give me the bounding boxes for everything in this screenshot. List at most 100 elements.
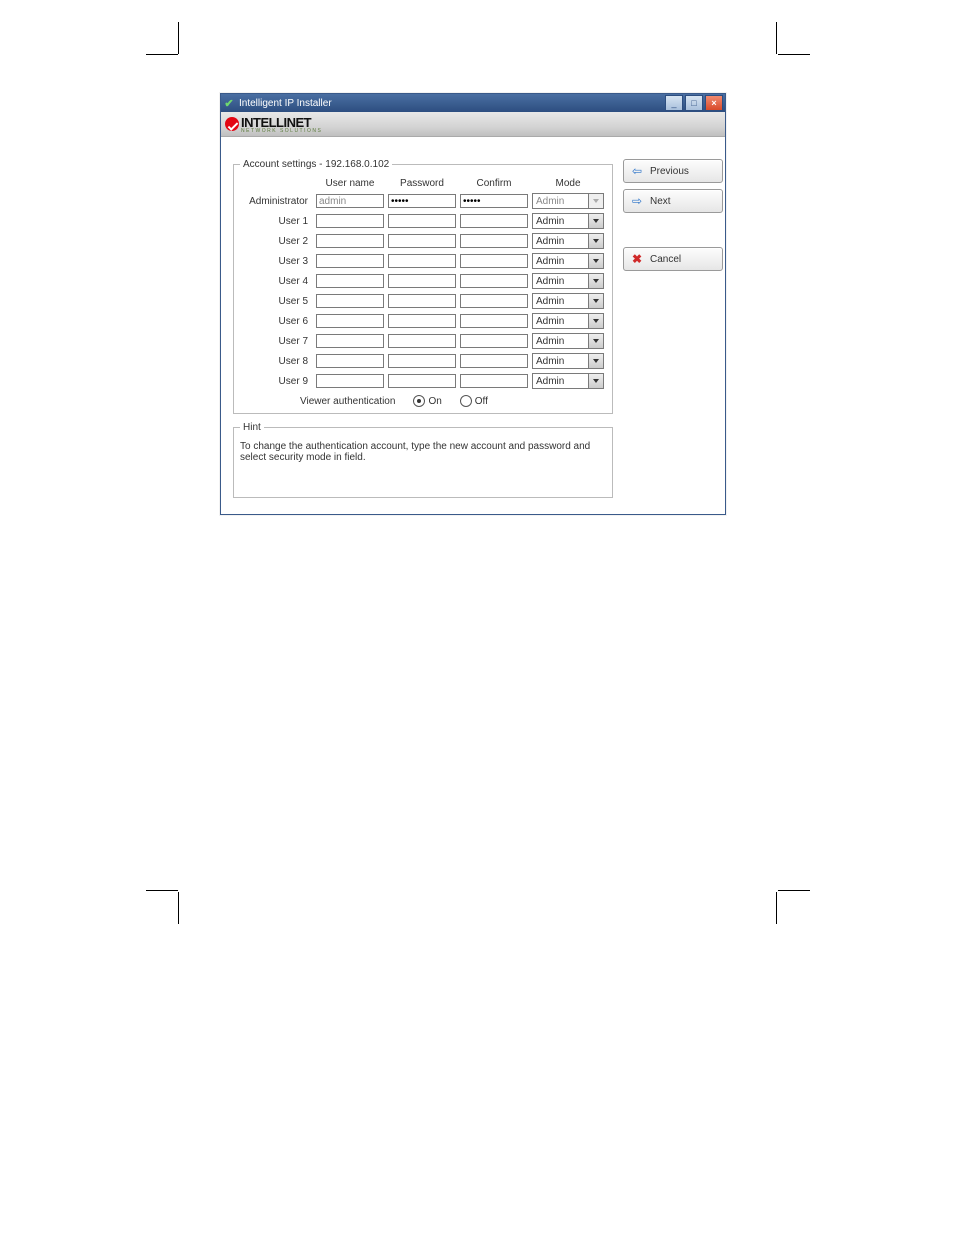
hint-legend: Hint (240, 422, 264, 433)
chevron-down-icon (588, 254, 603, 268)
confirm-input[interactable] (460, 374, 528, 388)
crop-mark (778, 54, 810, 55)
password-input[interactable] (388, 374, 456, 388)
password-input[interactable] (388, 274, 456, 288)
username-input[interactable] (316, 314, 384, 328)
app-icon: ✔ (223, 97, 235, 109)
username-input[interactable] (316, 374, 384, 388)
close-button[interactable]: × (705, 95, 723, 111)
account-settings-legend: Account settings - 192.168.0.102 (240, 159, 392, 170)
client-area: Account settings - 192.168.0.102 User na… (221, 137, 725, 514)
confirm-input[interactable] (460, 254, 528, 268)
confirm-input[interactable] (460, 274, 528, 288)
mode-select[interactable]: Admin (532, 253, 604, 269)
chevron-down-icon (588, 334, 603, 348)
row-label: User 7 (240, 336, 312, 347)
app-window: ✔ Intelligent IP Installer _ □ × INTELLI… (220, 93, 726, 515)
confirm-input[interactable] (460, 294, 528, 308)
row-label: User 8 (240, 356, 312, 367)
chevron-down-icon (588, 274, 603, 288)
username-input (316, 194, 384, 208)
confirm-input[interactable] (460, 354, 528, 368)
accounts-grid: User name Password Confirm Mode Administ… (240, 178, 606, 389)
mode-select[interactable]: Admin (532, 213, 604, 229)
previous-button[interactable]: ⇦ Previous (623, 159, 723, 183)
mode-value: Admin (536, 236, 564, 247)
password-input[interactable] (388, 214, 456, 228)
window-title: Intelligent IP Installer (239, 98, 663, 109)
hint-fieldset: Hint To change the authentication accoun… (233, 422, 613, 498)
minimize-button[interactable]: _ (665, 95, 683, 111)
mode-value: Admin (536, 376, 564, 387)
username-input[interactable] (316, 274, 384, 288)
viewer-auth-row: Viewer authentication On Off (240, 395, 606, 407)
confirm-input[interactable] (460, 234, 528, 248)
arrow-left-icon: ⇦ (630, 164, 644, 178)
row-label: Administrator (240, 196, 312, 207)
mode-select[interactable]: Admin (532, 293, 604, 309)
password-input[interactable] (388, 334, 456, 348)
cancel-icon: ✖ (630, 252, 644, 266)
mode-select[interactable]: Admin (532, 273, 604, 289)
chevron-down-icon (588, 354, 603, 368)
viewer-auth-label: Viewer authentication (300, 396, 395, 407)
crop-mark (776, 22, 777, 54)
mode-select[interactable]: Admin (532, 333, 604, 349)
username-input[interactable] (316, 294, 384, 308)
row-label: User 4 (240, 276, 312, 287)
next-label: Next (650, 196, 671, 207)
cancel-label: Cancel (650, 254, 681, 265)
col-password: Password (388, 178, 456, 189)
username-input[interactable] (316, 354, 384, 368)
mode-select[interactable]: Admin (532, 373, 604, 389)
row-label: User 9 (240, 376, 312, 387)
brand-logo: INTELLINET NETWORK SOLUTIONS (225, 115, 322, 134)
mode-value: Admin (536, 276, 564, 287)
chevron-down-icon (588, 214, 603, 228)
mode-value: Admin (536, 356, 564, 367)
username-input[interactable] (316, 234, 384, 248)
radio-on-label: On (428, 396, 441, 407)
col-mode: Mode (532, 178, 604, 189)
confirm-input[interactable] (460, 194, 528, 208)
password-input[interactable] (388, 314, 456, 328)
viewer-auth-on[interactable]: On (413, 395, 441, 407)
row-label: User 6 (240, 316, 312, 327)
confirm-input[interactable] (460, 334, 528, 348)
confirm-input[interactable] (460, 214, 528, 228)
username-input[interactable] (316, 334, 384, 348)
radio-off-label: Off (475, 396, 488, 407)
maximize-button[interactable]: □ (685, 95, 703, 111)
password-input[interactable] (388, 254, 456, 268)
account-settings-fieldset: Account settings - 192.168.0.102 User na… (233, 159, 613, 414)
username-input[interactable] (316, 254, 384, 268)
mode-value: Admin (536, 316, 564, 327)
mode-select[interactable]: Admin (532, 353, 604, 369)
mode-value: Admin (536, 216, 564, 227)
mode-select[interactable]: Admin (532, 233, 604, 249)
next-button[interactable]: ⇨ Next (623, 189, 723, 213)
radio-off-icon (460, 395, 472, 407)
crop-mark (778, 890, 810, 891)
chevron-down-icon (588, 234, 603, 248)
brand-bar: INTELLINET NETWORK SOLUTIONS (221, 112, 725, 137)
viewer-auth-off[interactable]: Off (460, 395, 488, 407)
mode-select[interactable]: Admin (532, 313, 604, 329)
mode-value: Admin (536, 336, 564, 347)
password-input[interactable] (388, 194, 456, 208)
titlebar: ✔ Intelligent IP Installer _ □ × (221, 94, 725, 112)
password-input[interactable] (388, 354, 456, 368)
confirm-input[interactable] (460, 314, 528, 328)
password-input[interactable] (388, 294, 456, 308)
chevron-down-icon (588, 194, 603, 208)
brand-mark-icon (225, 117, 239, 131)
chevron-down-icon (588, 294, 603, 308)
username-input[interactable] (316, 214, 384, 228)
brand-tagline: NETWORK SOLUTIONS (241, 128, 322, 134)
cancel-button[interactable]: ✖ Cancel (623, 247, 723, 271)
previous-label: Previous (650, 166, 689, 177)
password-input[interactable] (388, 234, 456, 248)
crop-mark (178, 22, 179, 54)
chevron-down-icon (588, 374, 603, 388)
crop-mark (776, 892, 777, 924)
